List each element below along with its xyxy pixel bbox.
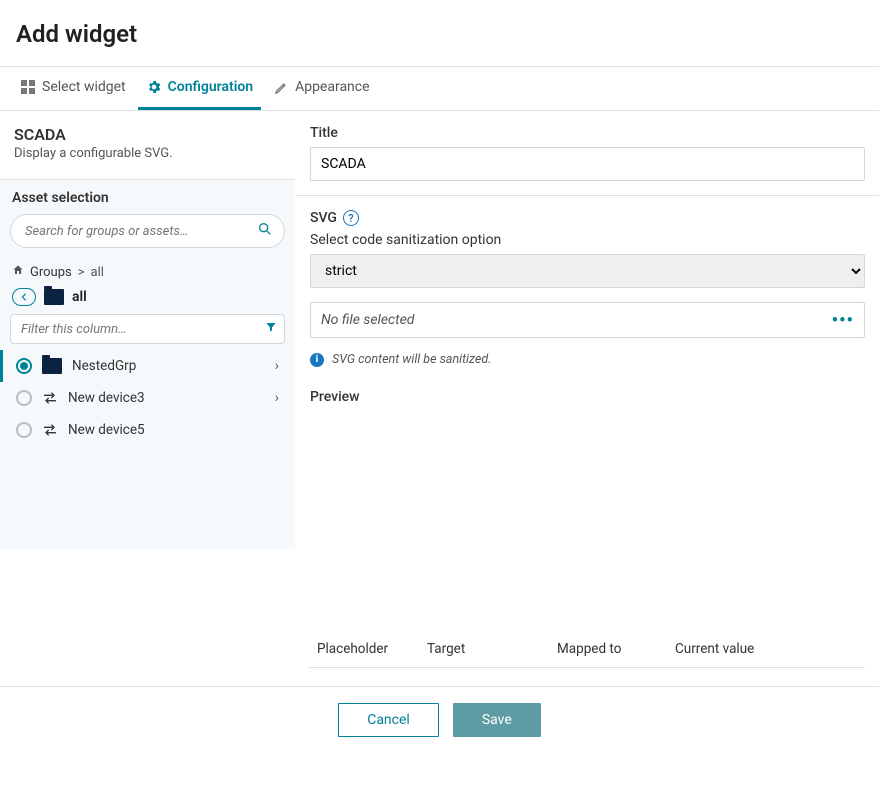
crumb-leaf: all — [91, 265, 104, 280]
back-chip[interactable] — [12, 288, 36, 306]
chevron-right-icon[interactable]: › — [275, 390, 279, 406]
device-icon — [42, 423, 58, 437]
asset-item-new-device3[interactable]: New device3 › — [10, 382, 285, 414]
divider — [296, 195, 879, 196]
filter-icon[interactable] — [265, 321, 277, 337]
asset-item-label: New device5 — [68, 422, 145, 438]
radio-icon[interactable] — [16, 390, 32, 406]
tab-label: Appearance — [295, 79, 369, 95]
folder-icon — [44, 289, 64, 305]
info-icon: i — [310, 353, 324, 367]
col-current-value: Current value — [675, 641, 857, 657]
file-picker[interactable]: No file selected ••• — [310, 302, 865, 338]
col-placeholder: Placeholder — [317, 641, 417, 657]
widget-name: SCADA — [14, 125, 281, 144]
title-input[interactable] — [310, 147, 865, 181]
brush-icon — [273, 79, 289, 95]
asset-item-label: New device3 — [68, 390, 145, 406]
tab-configuration[interactable]: Configuration — [138, 67, 261, 110]
widget-description: Display a configurable SVG. — [14, 146, 281, 161]
radio-selected-icon[interactable] — [16, 358, 32, 374]
page-title: Add widget — [16, 20, 863, 48]
home-icon[interactable] — [12, 264, 24, 280]
grid-icon — [20, 79, 36, 95]
sanitize-label: Select code sanitization option — [310, 232, 865, 248]
asset-item-new-device5[interactable]: New device5 — [10, 414, 285, 446]
tab-label: Select widget — [42, 79, 126, 95]
dialog-footer: Cancel Save — [0, 686, 879, 753]
breadcrumb: Groups > all — [10, 262, 285, 286]
col-mapped-to: Mapped to — [557, 641, 665, 657]
crumb-sep: > — [78, 265, 85, 280]
col-target: Target — [427, 641, 547, 657]
device-icon — [42, 391, 58, 405]
file-placeholder: No file selected — [321, 312, 832, 328]
widget-info: SCADA Display a configurable SVG. — [0, 111, 295, 179]
help-icon[interactable]: ? — [343, 210, 359, 226]
asset-search-input[interactable] — [10, 214, 285, 248]
preview-label: Preview — [310, 389, 865, 405]
more-icon[interactable]: ••• — [832, 310, 854, 331]
tab-appearance[interactable]: Appearance — [265, 67, 377, 110]
svg-label: SVG — [310, 210, 337, 226]
sanitize-select[interactable]: strict — [310, 254, 865, 288]
tab-select-widget[interactable]: Select widget — [12, 67, 134, 110]
radio-icon[interactable] — [16, 422, 32, 438]
crumb-groups[interactable]: Groups — [30, 265, 72, 280]
info-text: SVG content will be sanitized. — [332, 352, 491, 367]
cancel-button[interactable]: Cancel — [338, 703, 439, 737]
search-icon — [257, 221, 273, 241]
tab-bar: Select widget Configuration Appearance — [0, 66, 879, 111]
title-label: Title — [310, 125, 865, 141]
gear-icon — [146, 79, 162, 95]
asset-selection-panel: Asset selection Groups > all — [0, 179, 295, 549]
dialog-header: Add widget — [0, 0, 879, 66]
folder-icon — [42, 358, 62, 374]
column-filter-input[interactable] — [10, 314, 285, 344]
tab-label: Configuration — [168, 79, 253, 95]
asset-item-nestedgrp[interactable]: NestedGrp › — [0, 350, 285, 382]
chevron-right-icon[interactable]: › — [275, 358, 279, 374]
all-label: all — [72, 289, 87, 305]
save-button[interactable]: Save — [453, 703, 541, 737]
asset-item-label: NestedGrp — [72, 358, 136, 374]
asset-heading: Asset selection — [10, 190, 285, 206]
mapping-table: Placeholder Target Mapped to Current val… — [295, 631, 879, 668]
